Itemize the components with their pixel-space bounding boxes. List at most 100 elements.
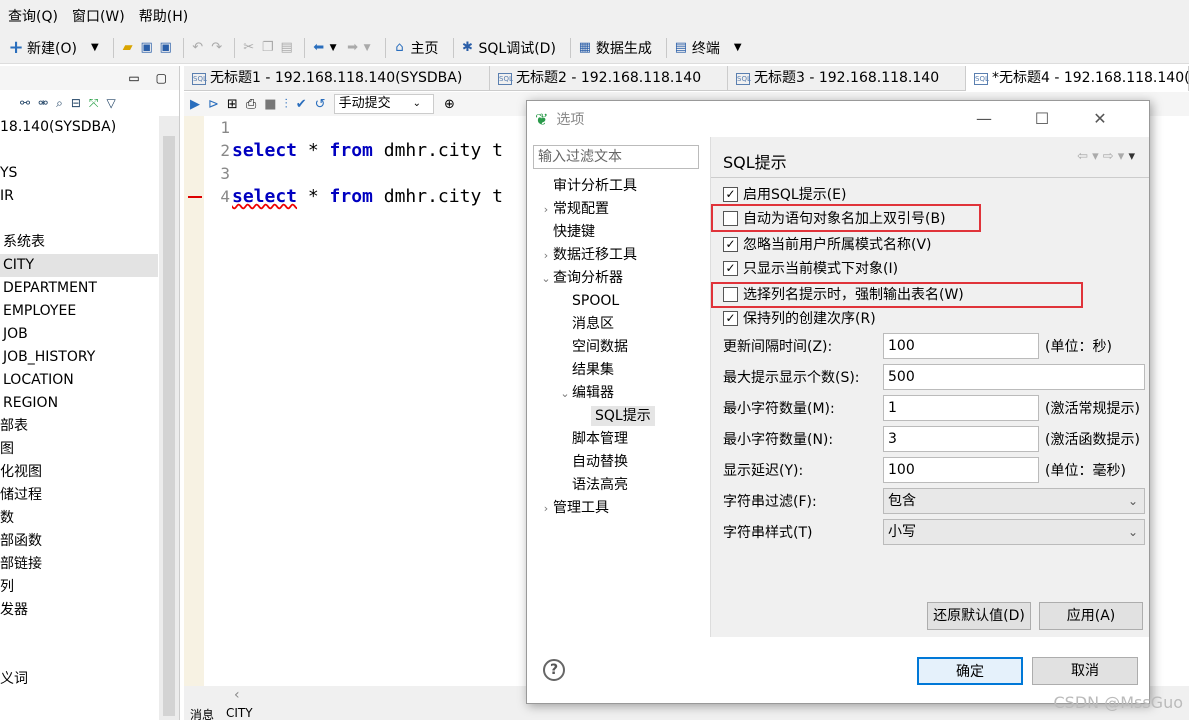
target-icon[interactable]: ⊕ xyxy=(444,97,455,112)
nav-item[interactable]: 自动替换 xyxy=(533,451,709,474)
option-input[interactable]: 500 xyxy=(883,364,1145,390)
copy-icon[interactable]: ❐ xyxy=(260,40,276,56)
ok-button[interactable]: 确定 xyxy=(917,657,1023,685)
tree-item[interactable]: IR xyxy=(0,185,158,208)
open-folder-icon[interactable]: ▰ xyxy=(120,40,136,56)
code-line[interactable] xyxy=(232,116,503,139)
chevron-left-icon[interactable]: ‹ xyxy=(234,687,240,703)
export-icon[interactable]: ⎙ xyxy=(246,97,256,112)
editor-tab[interactable]: SQL 无标题1 - 192.168.118.140(SYSDBA) xyxy=(184,66,490,91)
tab-messages[interactable]: 消息 xyxy=(184,706,220,720)
chevron-icon[interactable]: › xyxy=(539,198,553,221)
chevron-down-icon[interactable]: ▼ xyxy=(364,43,371,53)
code-area[interactable]: select * from dmhr.city t select * from d… xyxy=(232,116,503,208)
nav-item[interactable]: 审计分析工具 xyxy=(533,175,709,198)
nav-item[interactable]: SPOOL xyxy=(533,290,709,313)
checkmark-icon[interactable]: ✓ xyxy=(723,186,738,202)
chevron-down-icon[interactable]: ▼ xyxy=(734,42,742,53)
chevron-down-icon[interactable]: ▼ xyxy=(330,43,337,53)
nav-item[interactable]: ⌄ 查询分析器 xyxy=(533,267,709,290)
menu-window[interactable]: 窗口(W) xyxy=(72,6,125,26)
checkmark-icon[interactable]: ✓ xyxy=(723,310,738,326)
option-checkbox[interactable]: ✓ 忽略当前用户所属模式名称(V) xyxy=(723,233,932,255)
tree-item[interactable]: 化视图 xyxy=(0,461,158,484)
nav-item[interactable]: ⌄ 编辑器 xyxy=(533,382,709,405)
tree-item[interactable]: YS xyxy=(0,162,158,185)
nav-item[interactable]: 快捷键 xyxy=(533,221,709,244)
plan-icon[interactable]: ⫶ xyxy=(285,97,288,112)
terminal-button[interactable]: ▤ 终端 ▼ xyxy=(673,38,742,58)
disconnect-icon[interactable]: ⚮ xyxy=(38,96,48,110)
cancel-button[interactable]: 取消 xyxy=(1032,657,1138,685)
tree-item[interactable]: DEPARTMENT xyxy=(0,277,158,300)
code-line[interactable] xyxy=(232,162,503,185)
editor-tab[interactable]: SQL *无标题4 - 192.168.118.140( xyxy=(966,66,1189,91)
tree-item[interactable]: 数 xyxy=(0,507,158,530)
tab-city[interactable]: CITY xyxy=(220,706,259,720)
undo-icon[interactable]: ↶ xyxy=(190,40,206,56)
tree-item[interactable]: 18.140(SYSDBA) xyxy=(0,116,158,139)
tree-item[interactable]: EMPLOYEE xyxy=(0,300,158,323)
option-input[interactable]: 100 xyxy=(883,333,1039,359)
option-checkbox[interactable]: ✓ 保持列的创建次序(R) xyxy=(723,307,876,329)
tree-item[interactable]: 义词 xyxy=(0,668,158,691)
filter-input[interactable]: 输入过滤文本 xyxy=(533,145,699,169)
tree-item[interactable]: 储过程 xyxy=(0,484,158,507)
option-input[interactable]: 1 xyxy=(883,395,1039,421)
maximize-icon[interactable]: ▢ xyxy=(156,71,167,85)
editor-tab[interactable]: SQL 无标题2 - 192.168.118.140 xyxy=(490,66,728,91)
tree-item[interactable]: 部函数 xyxy=(0,530,158,553)
explain-icon[interactable]: ⊞ xyxy=(227,97,238,112)
tree-item[interactable]: 部表 xyxy=(0,415,158,438)
checkmark-icon[interactable]: ✓ xyxy=(723,236,738,252)
tree-item[interactable] xyxy=(0,622,158,645)
run-icon[interactable]: ▶ xyxy=(190,97,200,112)
tree-item[interactable] xyxy=(0,208,158,231)
tree-item[interactable]: REGION xyxy=(0,392,158,415)
close-icon[interactable]: ✕ xyxy=(1071,109,1129,128)
maximize-icon[interactable]: ☐ xyxy=(1013,109,1071,128)
restore-defaults-button[interactable]: 还原默认值(D) xyxy=(927,602,1031,630)
view-menu-icon[interactable]: ▾ xyxy=(1128,149,1135,164)
nav-item[interactable]: 脚本管理 xyxy=(533,428,709,451)
code-line[interactable]: select * from dmhr.city t xyxy=(232,185,503,208)
new-button[interactable]: + 新建(O) ▼ xyxy=(8,38,99,58)
search-icon[interactable]: ⌕ xyxy=(56,96,63,111)
redo-icon[interactable]: ↷ xyxy=(209,40,225,56)
forward-arrow-icon[interactable]: ⇨ xyxy=(1103,149,1114,164)
tree-item[interactable]: CITY xyxy=(0,254,158,277)
chevron-icon[interactable]: › xyxy=(539,497,553,520)
cut-icon[interactable]: ✂ xyxy=(241,40,257,56)
paste-icon[interactable]: ▤ xyxy=(279,40,295,56)
tree-item[interactable]: 系统表 xyxy=(0,231,158,254)
tree-item[interactable]: 发器 xyxy=(0,599,158,622)
option-select[interactable]: 包含 ⌄ xyxy=(883,488,1145,514)
nav-item[interactable]: 语法高亮 xyxy=(533,474,709,497)
option-input[interactable]: 100 xyxy=(883,457,1039,483)
nav-item[interactable]: SQL提示 xyxy=(533,405,709,428)
sql-debug-button[interactable]: ✱ SQL调试(D) xyxy=(460,38,556,58)
stop-icon[interactable]: ■ xyxy=(264,97,276,112)
forward-arrow-icon[interactable]: ➡ xyxy=(345,40,361,56)
tree-item[interactable]: 列 xyxy=(0,576,158,599)
run-script-icon[interactable]: ⊳ xyxy=(208,97,219,112)
minimize-icon[interactable]: ▭ xyxy=(128,71,139,85)
code-line[interactable]: select * from dmhr.city t xyxy=(232,139,503,162)
commit-icon[interactable]: ✔ xyxy=(296,97,307,112)
option-input[interactable]: 3 xyxy=(883,426,1039,452)
data-gen-button[interactable]: ▦ 数据生成 xyxy=(577,38,652,58)
nav-item[interactable]: 空间数据 xyxy=(533,336,709,359)
menu-help[interactable]: 帮助(H) xyxy=(139,6,188,26)
checkmark-icon[interactable]: ✓ xyxy=(723,260,738,276)
chevron-icon[interactable]: ⌄ xyxy=(558,382,572,405)
tree-item[interactable]: JOB xyxy=(0,323,158,346)
rollback-icon[interactable]: ↺ xyxy=(315,97,326,112)
vertical-scrollbar[interactable] xyxy=(159,116,179,720)
expand-icon[interactable]: ⤧ xyxy=(89,96,99,111)
chevron-icon[interactable]: › xyxy=(539,244,553,267)
tree-item[interactable] xyxy=(0,645,158,668)
commit-mode-select[interactable]: 手动提交 ⌄ xyxy=(333,94,434,114)
chevron-down-icon[interactable]: ▼ xyxy=(91,42,99,53)
back-arrow-icon[interactable]: ⇦ xyxy=(1077,149,1088,164)
collapse-icon[interactable]: ⊟ xyxy=(71,96,81,110)
